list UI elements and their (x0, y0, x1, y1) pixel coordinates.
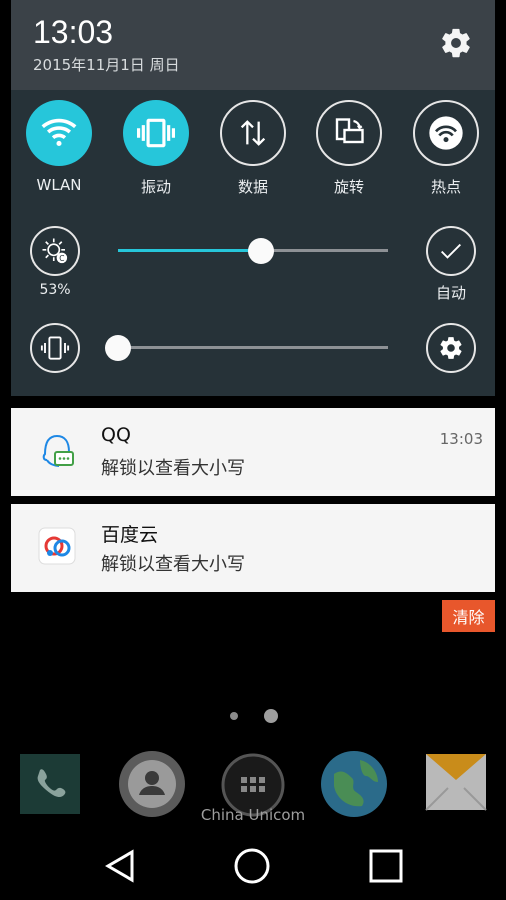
home-icon[interactable] (232, 846, 272, 886)
notification-baidu-cloud[interactable]: 百度云 解锁以查看大小写 (11, 504, 495, 592)
tile-label: WLAN (36, 176, 82, 194)
rotate-icon (316, 100, 382, 166)
notification-app-name: 百度云 (101, 524, 159, 546)
carrier-label: China Unicom (200, 806, 306, 824)
navigation-bar (0, 830, 506, 900)
notification-app-name: QQ (101, 424, 131, 446)
svg-text:C: C (59, 254, 64, 263)
page-dot (230, 712, 238, 720)
recents-icon[interactable] (366, 846, 406, 886)
tile-rotate[interactable]: 旋转 (314, 100, 384, 197)
brightness-slider-thumb[interactable] (248, 238, 274, 264)
quick-settings-panel: WLAN 振动 数据 旋转 热点 C 53% 自动 (11, 90, 495, 396)
page-dot-active (264, 709, 278, 723)
brightness-value: 53% (39, 282, 71, 298)
tile-label: 振动 (140, 178, 171, 196)
brightness-slider[interactable] (118, 238, 388, 264)
notification-qq[interactable]: QQ 解锁以查看大小写 13:03 (11, 408, 495, 496)
vibrate-mode-icon[interactable] (30, 323, 80, 373)
auto-brightness-label: 自动 (435, 284, 466, 302)
settings-gear-icon[interactable] (439, 26, 473, 60)
notification-header: 13:03 2015年11月1日 周日 (11, 0, 495, 90)
back-icon[interactable] (100, 846, 140, 886)
date: 2015年11月1日 周日 (33, 56, 180, 74)
tile-label: 热点 (430, 178, 461, 196)
tile-wlan[interactable]: WLAN (24, 100, 94, 194)
clear-all-button[interactable]: 清除 (442, 600, 495, 632)
tile-hotspot[interactable]: 热点 (411, 100, 481, 197)
hotspot-icon (413, 100, 479, 166)
tile-label: 数据 (237, 178, 268, 196)
qq-icon (37, 430, 81, 474)
wifi-icon (26, 100, 92, 166)
data-arrows-icon (220, 100, 286, 166)
notification-text: 解锁以查看大小写 (101, 554, 245, 575)
notification-text: 解锁以查看大小写 (101, 458, 245, 479)
notification-time: 13:03 (439, 430, 483, 448)
vibrate-icon (123, 100, 189, 166)
auto-brightness-check-icon[interactable] (426, 226, 476, 276)
tile-label: 旋转 (333, 178, 364, 196)
sound-settings-gear-icon[interactable] (426, 323, 476, 373)
brightness-icon[interactable]: C (30, 226, 80, 276)
volume-slider-thumb[interactable] (105, 335, 131, 361)
brightness-slider-fill (118, 249, 261, 252)
volume-slider[interactable] (105, 335, 388, 361)
baidu-cloud-icon (37, 526, 81, 570)
tile-vibrate[interactable]: 振动 (121, 100, 191, 197)
clock: 13:03 (33, 14, 114, 50)
tile-data[interactable]: 数据 (218, 100, 288, 197)
